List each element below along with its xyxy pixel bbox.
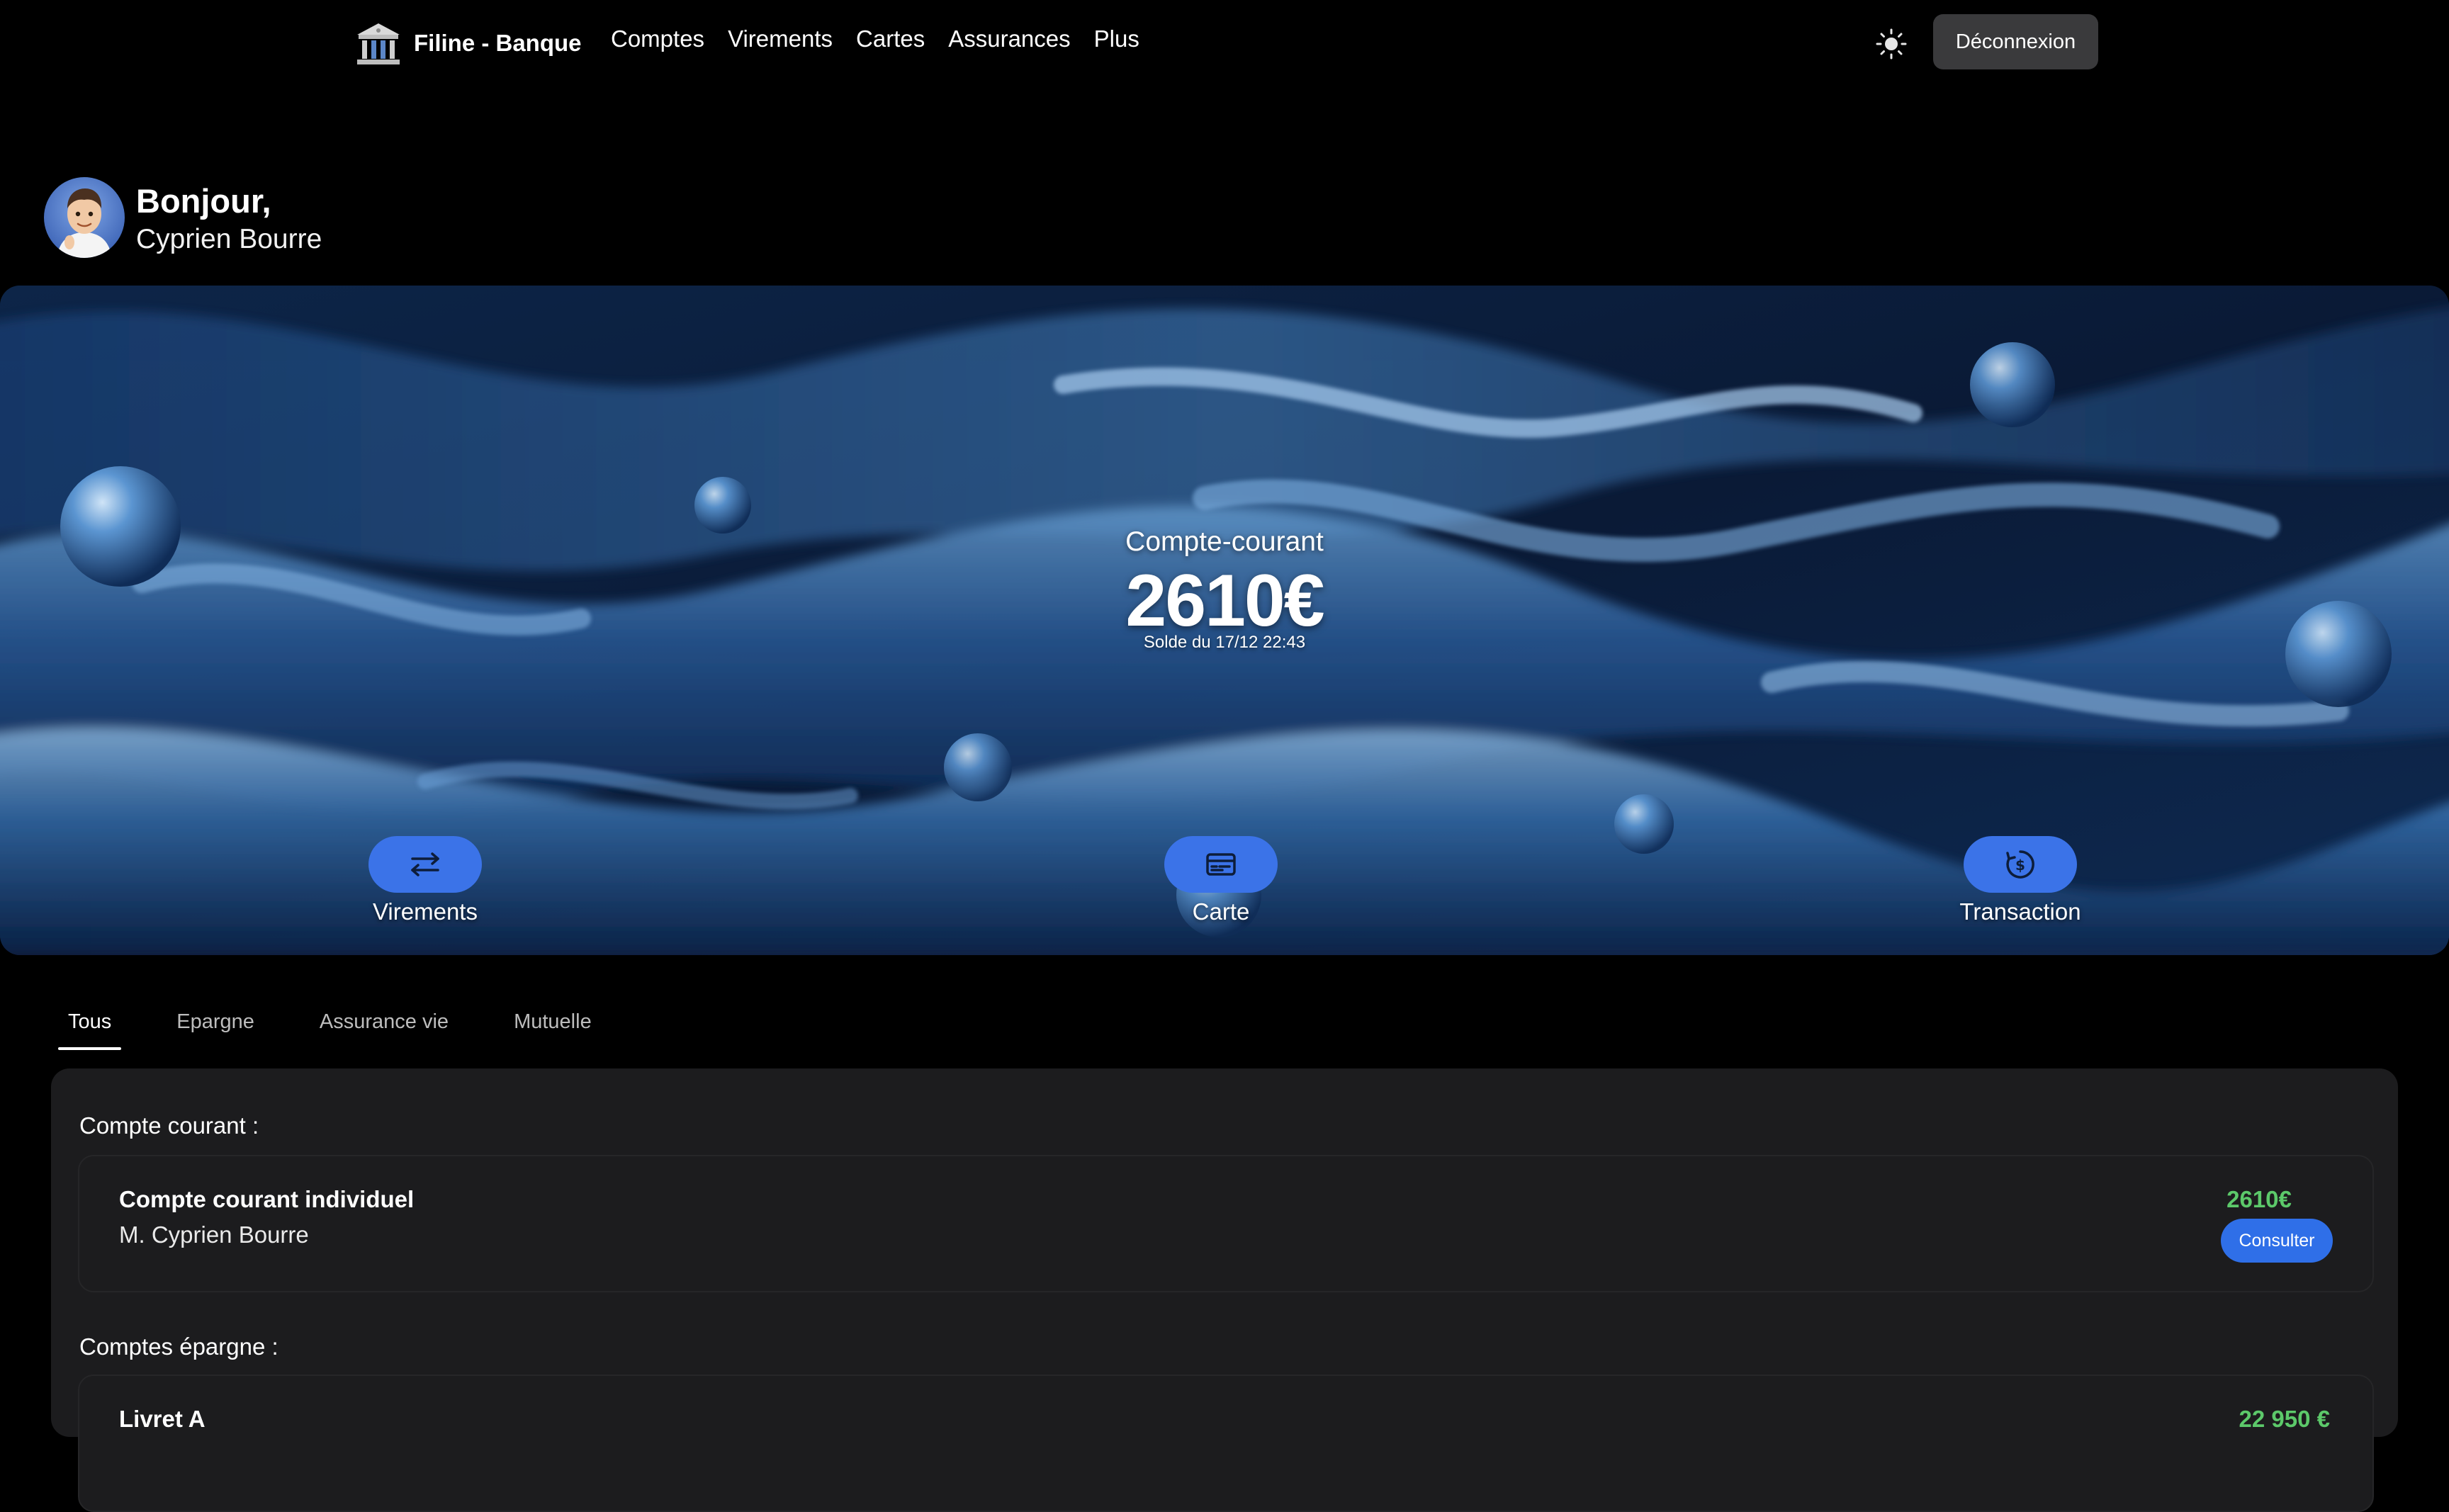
transfer-arrows-icon [411, 852, 439, 876]
carte-label: Carte [1192, 898, 1250, 925]
nav-link-virements[interactable]: Virements [728, 26, 833, 52]
checking-account-card[interactable]: Compte courant individuel M. Cyprien Bou… [78, 1155, 2374, 1292]
tab-epargne[interactable]: Epargne [167, 1006, 264, 1049]
consult-button[interactable]: Consulter [2221, 1219, 2333, 1263]
tab-mutuelle[interactable]: Mutuelle [504, 1006, 602, 1049]
bank-building-icon [357, 23, 400, 64]
main-nav: Comptes Virements Cartes Assurances Plus [611, 26, 1163, 52]
nav-link-comptes[interactable]: Comptes [611, 26, 704, 52]
checking-section-title: Compte courant : [79, 1112, 259, 1139]
user-name: Cyprien Bourre [136, 224, 322, 254]
account-owner: M. Cyprien Bourre [119, 1222, 309, 1248]
credit-card-icon [1206, 853, 1236, 876]
account-hero-banner: Compte-courant 2610€ Solde du 17/12 22:4… [0, 286, 2449, 955]
sun-icon[interactable] [1874, 27, 1908, 61]
hero-balance: 2610€ [1125, 560, 1324, 642]
logout-button[interactable]: Déconnexion [1933, 14, 2098, 69]
nav-link-cartes[interactable]: Cartes [856, 26, 925, 52]
action-carte[interactable]: Carte [1164, 836, 1278, 925]
virements-button[interactable] [368, 836, 482, 893]
savings-account-card[interactable]: Livret A 22 950 € [78, 1375, 2374, 1512]
brand-name: Filine - Banque [414, 30, 582, 56]
hero-balance-date: Solde du 17/12 22:43 [1143, 633, 1306, 652]
avatar[interactable] [44, 177, 125, 258]
svg-text:$: $ [2015, 857, 2025, 874]
account-amount: 22 950 € [2239, 1406, 2330, 1432]
action-transaction[interactable]: $ Transaction [1937, 836, 2104, 925]
virements-label: Virements [373, 898, 478, 925]
account-type-tabs: Tous Epargne Assurance vie Mutuelle [58, 1006, 647, 1050]
accounts-panel: Compte courant : Compte courant individu… [51, 1068, 2398, 1512]
nav-link-plus[interactable]: Plus [1094, 26, 1139, 52]
account-name: Compte courant individuel [119, 1186, 415, 1212]
carte-button[interactable] [1164, 836, 1278, 893]
brand[interactable]: Filine - Banque [354, 18, 582, 68]
avatar-image [44, 177, 125, 258]
action-virements[interactable]: Virements [368, 836, 482, 925]
nav-link-assurances[interactable]: Assurances [948, 26, 1070, 52]
account-amount: 2610€ [2226, 1186, 2292, 1212]
tab-assurance-vie[interactable]: Assurance vie [310, 1006, 458, 1049]
transaction-label: Transaction [1959, 898, 2081, 925]
tab-tous[interactable]: Tous [58, 1006, 122, 1050]
account-name: Livret A [119, 1406, 206, 1432]
dollar-coin-icon: $ [2006, 850, 2034, 879]
savings-section-title: Comptes épargne : [79, 1333, 278, 1360]
greeting-title: Bonjour, [136, 182, 271, 220]
transaction-button[interactable]: $ [1964, 836, 2077, 893]
hero-account-label: Compte-courant [1125, 526, 1324, 557]
top-navbar: Filine - Banque Comptes Virements Cartes… [0, 0, 2449, 85]
